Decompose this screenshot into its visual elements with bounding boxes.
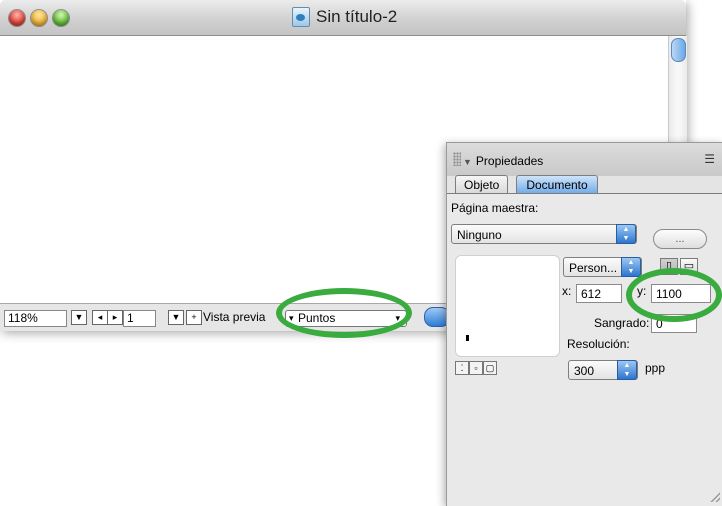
document-icon bbox=[292, 7, 310, 27]
add-page-icon[interactable]: + bbox=[186, 310, 202, 325]
master-page-value: Ninguno bbox=[457, 228, 502, 242]
panel-title-text: Propiedades bbox=[475, 154, 544, 168]
drag-grip-icon[interactable] bbox=[453, 152, 461, 166]
resolution-select[interactable]: 300 ▲ ▼ bbox=[568, 360, 638, 380]
panel-header[interactable]: ▼ Propiedades ☰ bbox=[447, 143, 722, 176]
minimize-window-button[interactable] bbox=[31, 10, 47, 26]
panel-title[interactable]: ▼ Propiedades bbox=[463, 154, 543, 168]
reference-point-icon[interactable]: ⁚ bbox=[455, 361, 469, 375]
units-select[interactable]: ▾ Puntos ▾ bbox=[285, 310, 407, 327]
properties-panel: ▼ Propiedades ☰ Objeto Documento Página m… bbox=[446, 142, 722, 506]
zoom-field[interactable]: 118% bbox=[4, 310, 67, 327]
prev-page-icon[interactable]: ◂ bbox=[92, 310, 108, 325]
disclosure-triangle-icon[interactable]: ▼ bbox=[463, 157, 472, 167]
title-bar[interactable]: Sin título-2 bbox=[0, 0, 686, 36]
page-marker bbox=[466, 335, 469, 341]
updown-arrows-icon: ▲ ▼ bbox=[621, 257, 641, 277]
resolution-unit: ppp bbox=[645, 361, 666, 375]
next-page-icon[interactable]: ▸ bbox=[107, 310, 123, 325]
bleed-field[interactable]: 0 bbox=[651, 314, 697, 333]
window-title-text: Sin título-2 bbox=[316, 7, 398, 26]
page-frame-icon[interactable]: ▢ bbox=[483, 361, 497, 375]
portrait-orientation-icon[interactable]: ▯ bbox=[660, 258, 678, 275]
bleed-label: Sangrado: bbox=[594, 316, 650, 330]
layout-icons: ⁚ ▫ ▢ bbox=[455, 361, 497, 375]
master-page-select[interactable]: Ninguno ▲ ▼ bbox=[451, 224, 637, 244]
height-label: y: bbox=[637, 284, 647, 298]
resolution-label: Resolución: bbox=[567, 337, 630, 351]
landscape-orientation-icon[interactable]: ▭ bbox=[680, 258, 698, 275]
page-menu-icon[interactable]: ▼ bbox=[168, 310, 184, 325]
master-page-label: Página maestra: bbox=[451, 201, 539, 215]
units-value: Puntos bbox=[298, 311, 336, 325]
preview-mode-label[interactable]: Vista previa bbox=[203, 310, 265, 325]
master-page-options-button[interactable]: ... bbox=[653, 229, 707, 249]
zoom-window-button[interactable] bbox=[53, 10, 69, 26]
chevron-down-icon: ▾ bbox=[289, 313, 294, 323]
width-label: x: bbox=[562, 284, 572, 298]
resize-grip-icon[interactable] bbox=[710, 492, 720, 502]
window-title: Sin título-2 bbox=[292, 7, 397, 27]
resolution-value: 300 bbox=[574, 364, 595, 378]
page-size-select[interactable]: Person... ▲ ▼ bbox=[563, 257, 642, 277]
updown-arrows-icon: ▲ ▼ bbox=[617, 360, 637, 380]
page-size-value: Person... bbox=[569, 261, 618, 275]
page-preview bbox=[455, 255, 560, 357]
width-field[interactable]: 612 bbox=[576, 284, 622, 303]
tab-document[interactable]: Documento bbox=[516, 175, 598, 194]
page-number-field[interactable]: 1 bbox=[123, 310, 156, 327]
tab-object[interactable]: Objeto bbox=[455, 175, 509, 194]
updown-arrows-icon: ▲ ▼ bbox=[616, 224, 636, 244]
panel-menu-icon[interactable]: ☰ bbox=[704, 152, 715, 166]
close-window-button[interactable] bbox=[9, 10, 25, 26]
scrollbar-thumb[interactable] bbox=[671, 38, 686, 62]
fit-page-icon[interactable]: ▫ bbox=[469, 361, 483, 375]
height-field[interactable]: 1100 bbox=[651, 284, 711, 303]
zoom-menu-icon[interactable]: ▼ bbox=[71, 310, 87, 325]
chevron-down-icon: ▾ bbox=[395, 313, 400, 323]
